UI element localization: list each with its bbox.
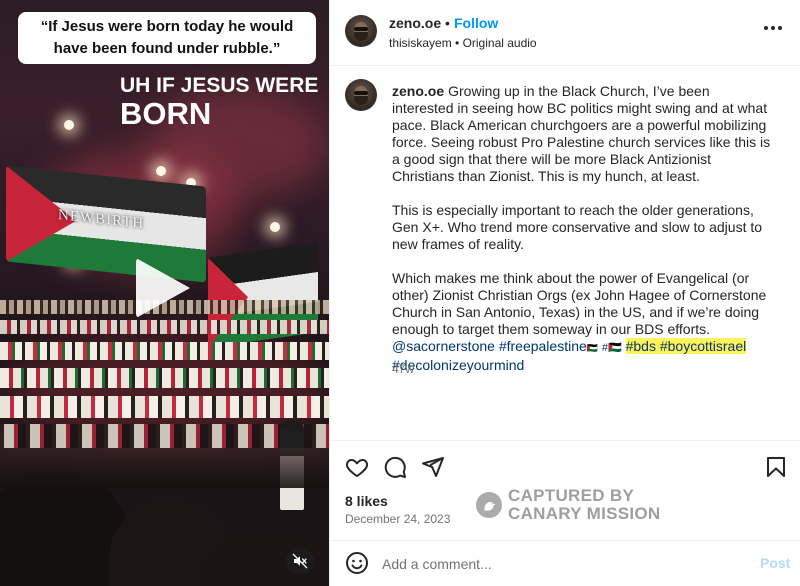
canary-logo-icon	[476, 492, 502, 518]
caption-text-1: Growing up in the Black Church, I’ve bee…	[392, 83, 771, 184]
mute-button[interactable]	[286, 547, 314, 575]
quote-line-1: “If Jesus were born today he would	[40, 18, 294, 35]
header-divider	[330, 65, 800, 66]
header-separator: •	[445, 15, 450, 31]
stage-light	[64, 120, 74, 130]
watermark-line-2: CANARY MISSION	[508, 504, 661, 523]
caption-avatar[interactable]	[345, 79, 377, 111]
caption-username[interactable]: zeno.oe	[392, 83, 444, 99]
post-panel: zeno.oe • Follow thisiskayem • Original …	[329, 0, 800, 586]
audio-separator: •	[451, 36, 463, 50]
flag-emoji: 🇵🇸	[586, 343, 598, 353]
post-date: December 24, 2023	[345, 512, 451, 526]
hashtag-bds[interactable]: #bds	[625, 338, 656, 354]
audio-account[interactable]: thisiskayem	[389, 36, 452, 50]
audio-label[interactable]: Original audio	[463, 36, 537, 50]
choir	[0, 396, 329, 418]
watermark-text: CAPTURED BY CANARY MISSION	[508, 487, 661, 523]
author-avatar[interactable]	[345, 15, 377, 47]
hashtag-freepalestine-text: #freepalestine	[498, 338, 587, 354]
watermark-line-1: CAPTURED BY	[508, 486, 635, 505]
quote-line-2: have been found under rubble.”	[53, 40, 281, 57]
video-quote-caption: “If Jesus were born today he would have …	[18, 12, 316, 64]
comment-divider	[330, 540, 800, 541]
emoji-icon[interactable]	[345, 551, 369, 575]
video-overlay-line-1: UH IF JESUS WERE	[120, 74, 319, 97]
stage-floor	[0, 448, 329, 488]
caption-timestamp[interactable]: 47w	[392, 362, 414, 376]
mention-link[interactable]: @sacornerstone	[392, 338, 495, 354]
caption-paragraph-1: zeno.oe Growing up in the Black Church, I…	[392, 83, 772, 185]
comment-icon[interactable]	[383, 455, 407, 479]
share-icon[interactable]	[421, 455, 445, 479]
video-overlay-line-2: BORN	[120, 96, 212, 131]
heart-icon[interactable]	[345, 455, 369, 479]
bird-icon	[484, 502, 496, 511]
author-username[interactable]: zeno.oe	[389, 15, 441, 31]
more-options-icon[interactable]	[764, 26, 782, 30]
bookmark-icon[interactable]	[764, 455, 788, 479]
post-caption: zeno.oe Growing up in the Black Church, I…	[392, 83, 772, 391]
actions-divider	[330, 440, 800, 441]
comment-input[interactable]	[382, 553, 742, 575]
mute-icon	[292, 553, 308, 569]
video-player[interactable]: NEWBIRTH “If Jesus were born today he wo…	[0, 0, 329, 586]
hashtag-boycottisrael[interactable]: #boycottisrael	[659, 338, 747, 354]
choir	[0, 320, 329, 334]
caption-paragraph-2: This is especially important to reach th…	[392, 202, 763, 252]
follow-button[interactable]: Follow	[454, 15, 498, 31]
post-comment-button[interactable]: Post	[760, 555, 790, 571]
play-icon[interactable]	[136, 258, 190, 318]
choir	[0, 368, 329, 388]
hashtag-ps[interactable]: #🇵🇸	[602, 342, 622, 354]
stage-light	[156, 166, 166, 176]
caption-paragraph-3: Which makes me think about the power of …	[392, 270, 772, 374]
audio-attribution: thisiskayem • Original audio	[389, 36, 537, 50]
watermark: CAPTURED BY CANARY MISSION	[476, 487, 661, 523]
hashtag-freepalestine[interactable]: #freepalestine🇵🇸	[499, 338, 598, 354]
caption-text-3: Which makes me think about the power of …	[392, 270, 767, 337]
choir	[0, 342, 329, 360]
stage-light	[270, 222, 280, 232]
like-count[interactable]: 8 likes	[345, 493, 388, 509]
